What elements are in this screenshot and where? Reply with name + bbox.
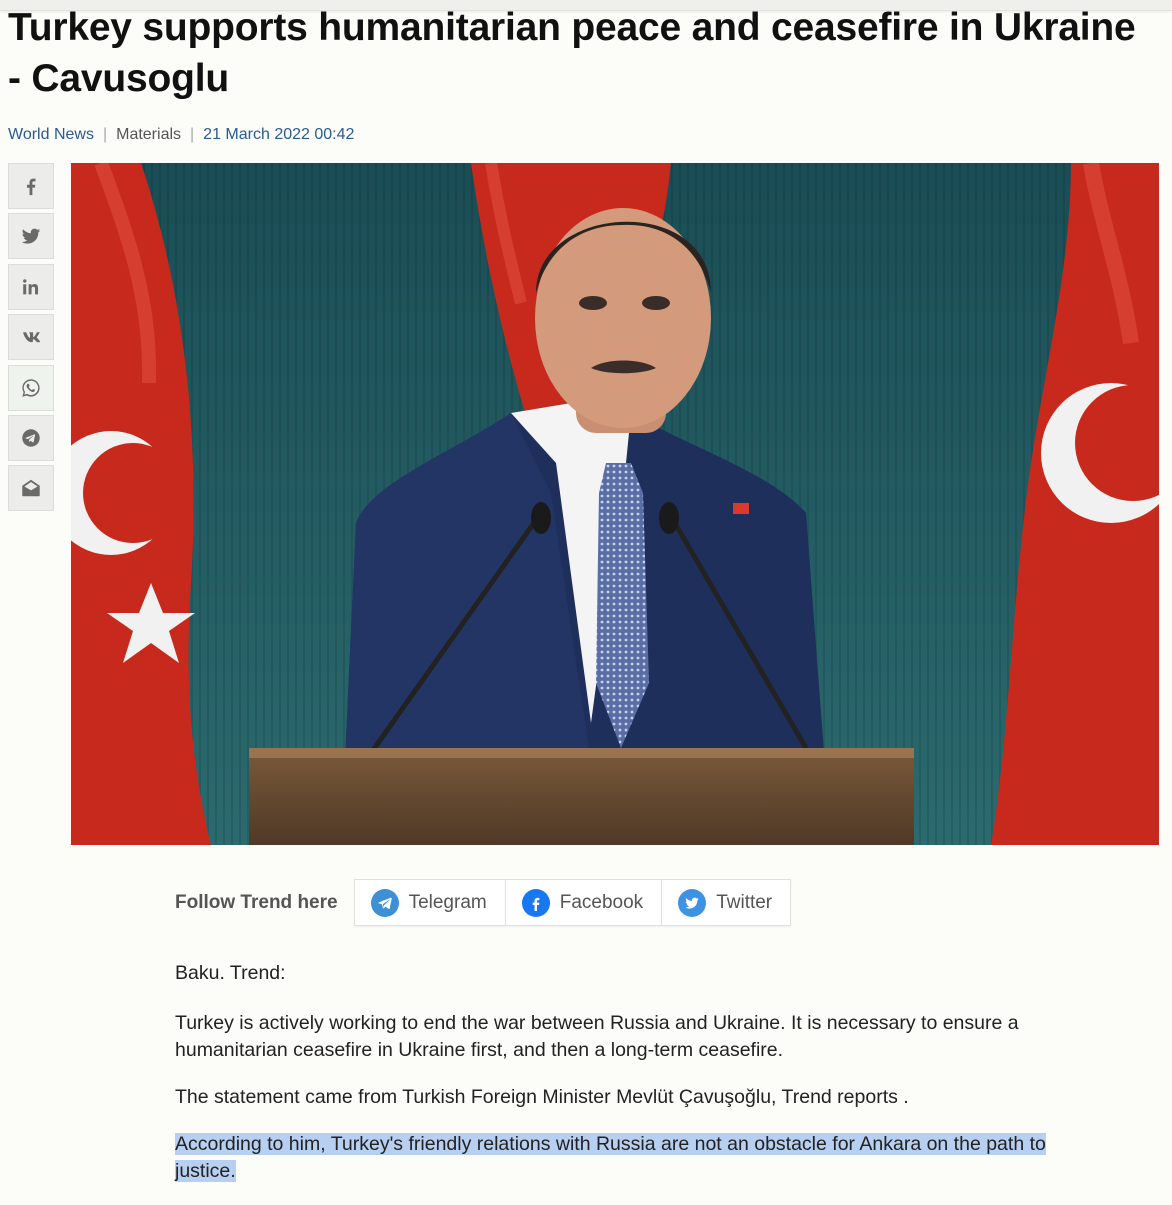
follow-telegram-button[interactable]: Telegram — [355, 880, 506, 925]
section-label[interactable]: Materials — [116, 126, 181, 143]
share-vk-button[interactable] — [8, 314, 54, 361]
article-paragraph: The statement came from Turkish Foreign … — [175, 1086, 909, 1108]
share-twitter-button[interactable] — [8, 213, 54, 260]
share-telegram-button[interactable] — [8, 414, 54, 461]
vk-icon — [23, 332, 40, 343]
share-email-button[interactable] — [8, 465, 54, 512]
email-icon — [22, 480, 40, 497]
article-paragraph: Turkey is actively working to end the wa… — [175, 1012, 1019, 1061]
follow-label: Follow Trend here — [175, 891, 338, 913]
article-dateline: Baku. Trend: — [175, 962, 286, 984]
article-photo-image — [71, 163, 1159, 845]
linkedin-icon — [23, 278, 39, 295]
article-photo — [71, 163, 1159, 845]
whatsapp-icon — [22, 378, 40, 397]
follow-telegram-label: Telegram — [408, 891, 487, 913]
follow-facebook-label: Facebook — [559, 891, 644, 913]
article-meta: World News | Materials | 21 March 2022 00:42 — [8, 124, 354, 146]
share-linkedin-button[interactable] — [8, 263, 54, 310]
telegram-icon — [370, 888, 399, 917]
telegram-icon — [22, 429, 40, 447]
follow-twitter-label: Twitter — [716, 891, 773, 913]
share-sidebar — [8, 163, 54, 516]
facebook-icon — [521, 888, 550, 917]
follow-trend-bar: Follow Trend here Telegram Facebook Twit… — [175, 879, 792, 926]
article-paragraph-selected: According to him, Turkey's friendly rela… — [175, 1131, 1055, 1185]
facebook-icon — [26, 178, 36, 196]
share-whatsapp-button[interactable] — [8, 364, 54, 411]
publish-datetime: 21 March 2022 00:42 — [203, 126, 355, 143]
follow-twitter-button[interactable]: Twitter — [662, 880, 790, 925]
share-facebook-button[interactable] — [8, 163, 54, 209]
meta-separator: | — [190, 126, 195, 143]
category-link[interactable]: World News — [8, 126, 94, 143]
twitter-icon — [21, 229, 41, 244]
article-title: Turkey supports humanitarian peace and c… — [8, 6, 1136, 100]
follow-facebook-button[interactable]: Facebook — [506, 880, 663, 925]
follow-buttons: Telegram Facebook Twitter — [353, 879, 792, 926]
article-body: Baku. Trend: Turkey is actively working … — [175, 960, 1055, 1205]
meta-separator: | — [102, 126, 108, 143]
twitter-icon — [678, 888, 707, 917]
text-selection-highlight: According to him, Turkey's friendly rela… — [175, 1133, 1046, 1182]
